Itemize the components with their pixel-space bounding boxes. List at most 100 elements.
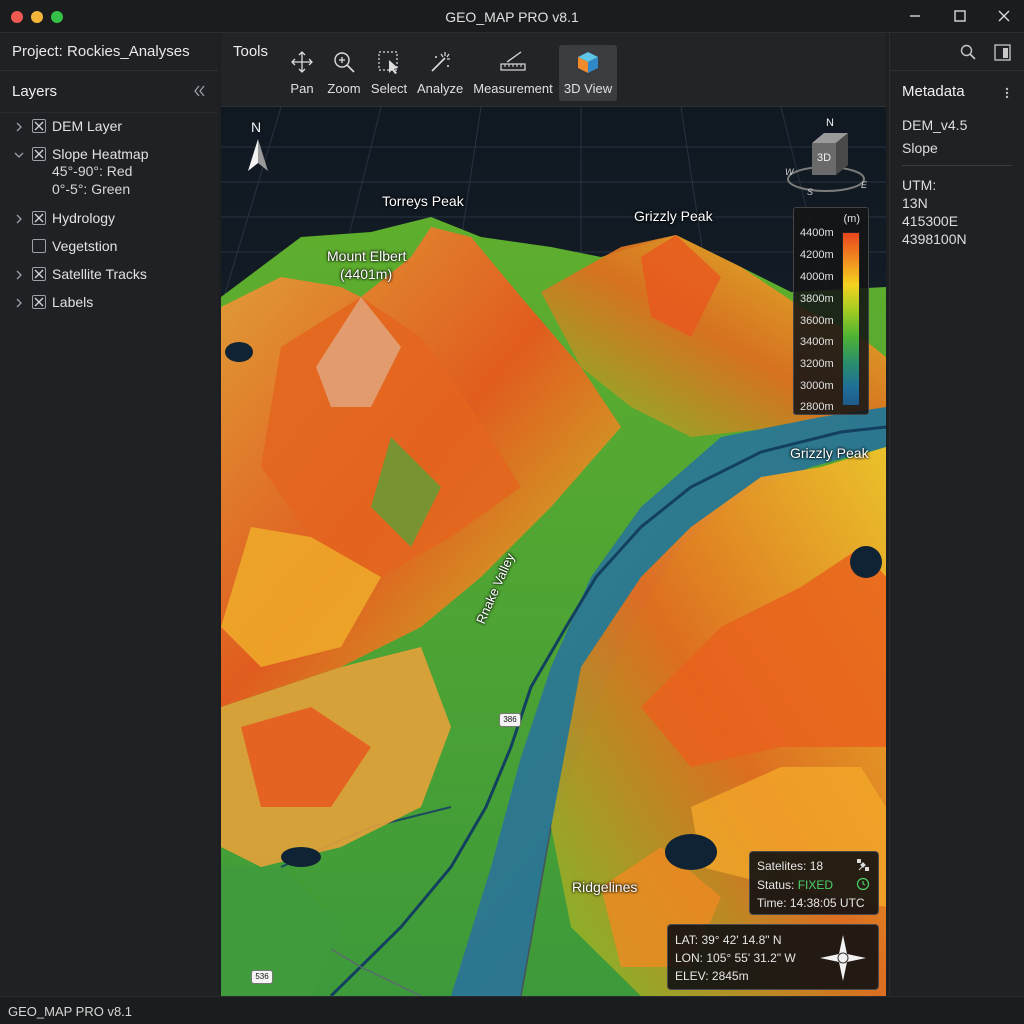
view-cube-west: W [785, 167, 794, 177]
tools-title: Tools [233, 43, 269, 60]
layers-sidebar: Project: Rockies_Analyses Layers DEM Lay… [0, 33, 218, 996]
north-label: N [251, 119, 262, 135]
label-grizzly-peak-right[interactable]: Grizzly Peak [790, 445, 869, 461]
layer-label: Hydrology [52, 210, 116, 226]
metadata-utm-label: UTM: [902, 177, 937, 193]
chevron-right-icon[interactable] [14, 212, 24, 224]
view-cube-face: 3D [817, 152, 832, 164]
layer-checkbox-vegetation[interactable] [32, 239, 46, 253]
title-bar: GEO_MAP PRO v8.1 [0, 0, 1024, 33]
layer-checkbox-labels[interactable] [32, 295, 46, 309]
layers-title: Layers [12, 83, 58, 100]
label-ridgelines[interactable]: Ridgelines [572, 879, 637, 895]
view-cube[interactable]: 3D N W S E [783, 117, 869, 199]
legend-tick: 3600m [800, 315, 834, 327]
layer-label: Labels [52, 294, 94, 310]
clock-icon [856, 877, 870, 891]
gps-status-label: Status: [757, 878, 798, 892]
tools-toolbar: Tools Pan Zoom Select Analyze Measuremen… [221, 33, 886, 107]
analyze-label: Analyze [417, 81, 464, 96]
legend-tick: 4000m [800, 271, 834, 283]
chevron-right-icon[interactable] [14, 268, 24, 280]
layer-label: Vegetstion [52, 238, 118, 254]
metadata-divider [902, 165, 1012, 166]
view-cube-south: S [807, 187, 814, 197]
select-button[interactable]: Select [369, 45, 409, 101]
label-torreys-peak[interactable]: Torreys Peak [382, 193, 464, 209]
layer-checkbox-hydrology[interactable] [32, 211, 46, 225]
right-panel-toolbar [890, 33, 1024, 71]
legend-tick: 2800m [800, 401, 834, 413]
layer-item-hydrology[interactable]: Hydrology [0, 205, 218, 233]
status-bar: GEO_MAP PRO v8.1 [0, 996, 1024, 1024]
satellite-icon [857, 859, 869, 871]
layer-checkbox-slope[interactable] [32, 147, 46, 161]
close-icon[interactable] [992, 6, 1016, 26]
layers-header: Layers [0, 71, 218, 113]
layer-item-dem[interactable]: DEM Layer [0, 113, 218, 141]
maximize-icon[interactable] [948, 6, 972, 26]
coord-elev: ELEV: 2845m [675, 969, 749, 983]
label-grizzly-peak-top[interactable]: Grizzly Peak [634, 208, 713, 224]
analyze-icon [431, 52, 450, 72]
compass-rose-icon[interactable] [818, 933, 868, 983]
slope-legend-notes: 45°-90°: Red 0°-5°: Green [0, 163, 218, 205]
minimize-icon[interactable] [903, 6, 927, 26]
map-viewport[interactable]: N 3D N W S E Torreys Peak Grizzly Peak M… [221, 107, 886, 996]
pan-button[interactable]: Pan [283, 45, 321, 101]
status-text: GEO_MAP PRO v8.1 [8, 1004, 133, 1019]
3d-view-label: 3D View [563, 81, 613, 96]
metadata-layer: Slope [902, 140, 938, 156]
3d-view-button[interactable]: 3D View [559, 45, 617, 101]
layer-label: Slope Heatmap [52, 146, 149, 162]
measurement-button[interactable]: Measurement [473, 45, 553, 101]
route-shield: 386 [499, 713, 521, 727]
zoom-label: Zoom [327, 81, 361, 96]
zoom-button[interactable]: Zoom [325, 45, 363, 101]
north-arrow-icon [248, 139, 268, 171]
layer-item-satellite-tracks[interactable]: Satellite Tracks [0, 261, 218, 289]
elevation-legend: (m) 4400m 4200m 4000m 3800m 3600m 3400m … [793, 207, 869, 415]
gps-status-value: FIXED [797, 878, 834, 892]
legend-tick: 3000m [800, 380, 834, 392]
metadata-easting: 415300E [902, 213, 959, 229]
gps-status-panel: Satelites: 18 Status: FIXED Time: 14:38:… [749, 851, 879, 915]
layer-item-labels[interactable]: Labels [0, 289, 218, 317]
analyze-button[interactable]: Analyze [417, 45, 463, 101]
select-icon [378, 51, 398, 74]
zoom-icon [334, 52, 355, 73]
collapse-panel-icon[interactable] [192, 84, 206, 98]
measurement-label: Measurement [473, 81, 553, 96]
chevron-right-icon[interactable] [14, 120, 24, 132]
route-shield: 536 [251, 970, 273, 984]
label-mount-elbert[interactable]: Mount Elbert [327, 248, 406, 264]
chevron-right-icon[interactable] [14, 296, 24, 308]
legend-tick: 4400m [800, 227, 834, 239]
metadata-northing: 4398100N [902, 231, 967, 247]
legend-tick: 3800m [800, 293, 834, 305]
project-name[interactable]: Project: Rockies_Analyses [0, 33, 218, 71]
legend-tick: 3200m [800, 358, 834, 370]
metadata-utm-zone: 13N [902, 195, 928, 211]
chevron-down-icon[interactable] [14, 148, 24, 160]
pan-label: Pan [290, 81, 314, 96]
layer-checkbox-dem[interactable] [32, 119, 46, 133]
layer-label: Satellite Tracks [52, 266, 147, 282]
select-label: Select [370, 81, 408, 96]
gps-status: Status: FIXED [757, 878, 833, 892]
view-cube-north: N [826, 117, 834, 129]
coordinate-readout: LAT: 39° 42' 14.8" N LON: 105° 55' 31.2"… [667, 924, 879, 990]
search-icon[interactable] [960, 44, 976, 60]
legend-tick: 3400m [800, 336, 834, 348]
metadata-title: Metadata [902, 83, 965, 100]
metadata-panel: Metadata DEM_v4.5 Slope UTM: 13N 415300E… [889, 33, 1024, 996]
more-options-icon[interactable] [1004, 86, 1010, 100]
layer-item-vegetation[interactable]: Vegetstion [0, 233, 218, 261]
metadata-dem-version: DEM_v4.5 [902, 117, 968, 133]
pan-icon [291, 51, 313, 73]
view-cube-east: E [861, 180, 868, 190]
layer-checkbox-satellite[interactable] [32, 267, 46, 281]
coord-lat: LAT: 39° 42' 14.8" N [675, 933, 782, 947]
panel-layout-icon[interactable] [994, 44, 1011, 61]
measurement-icon [500, 51, 526, 71]
